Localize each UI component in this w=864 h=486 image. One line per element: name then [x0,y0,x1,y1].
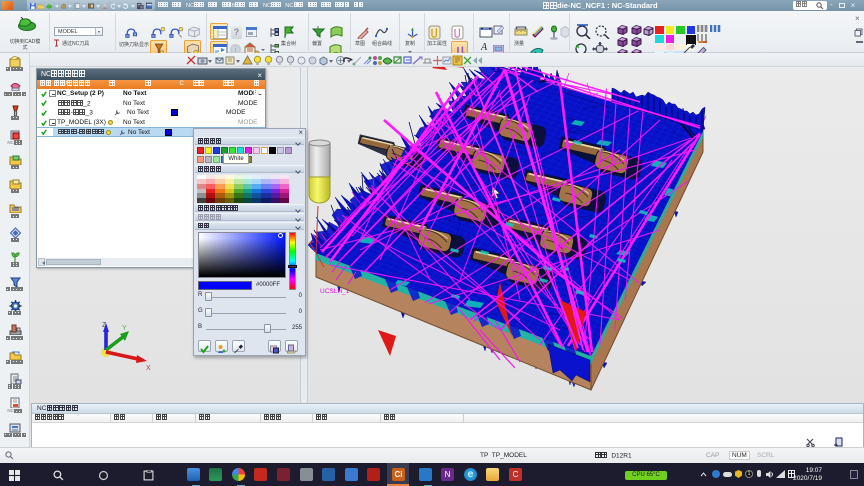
svg-text:Z: Z [102,322,107,329]
svg-text:X: X [146,365,151,372]
svg-text:Y: Y [122,325,127,332]
svg-text:UCSLH_1: UCSLH_1 [320,288,350,295]
